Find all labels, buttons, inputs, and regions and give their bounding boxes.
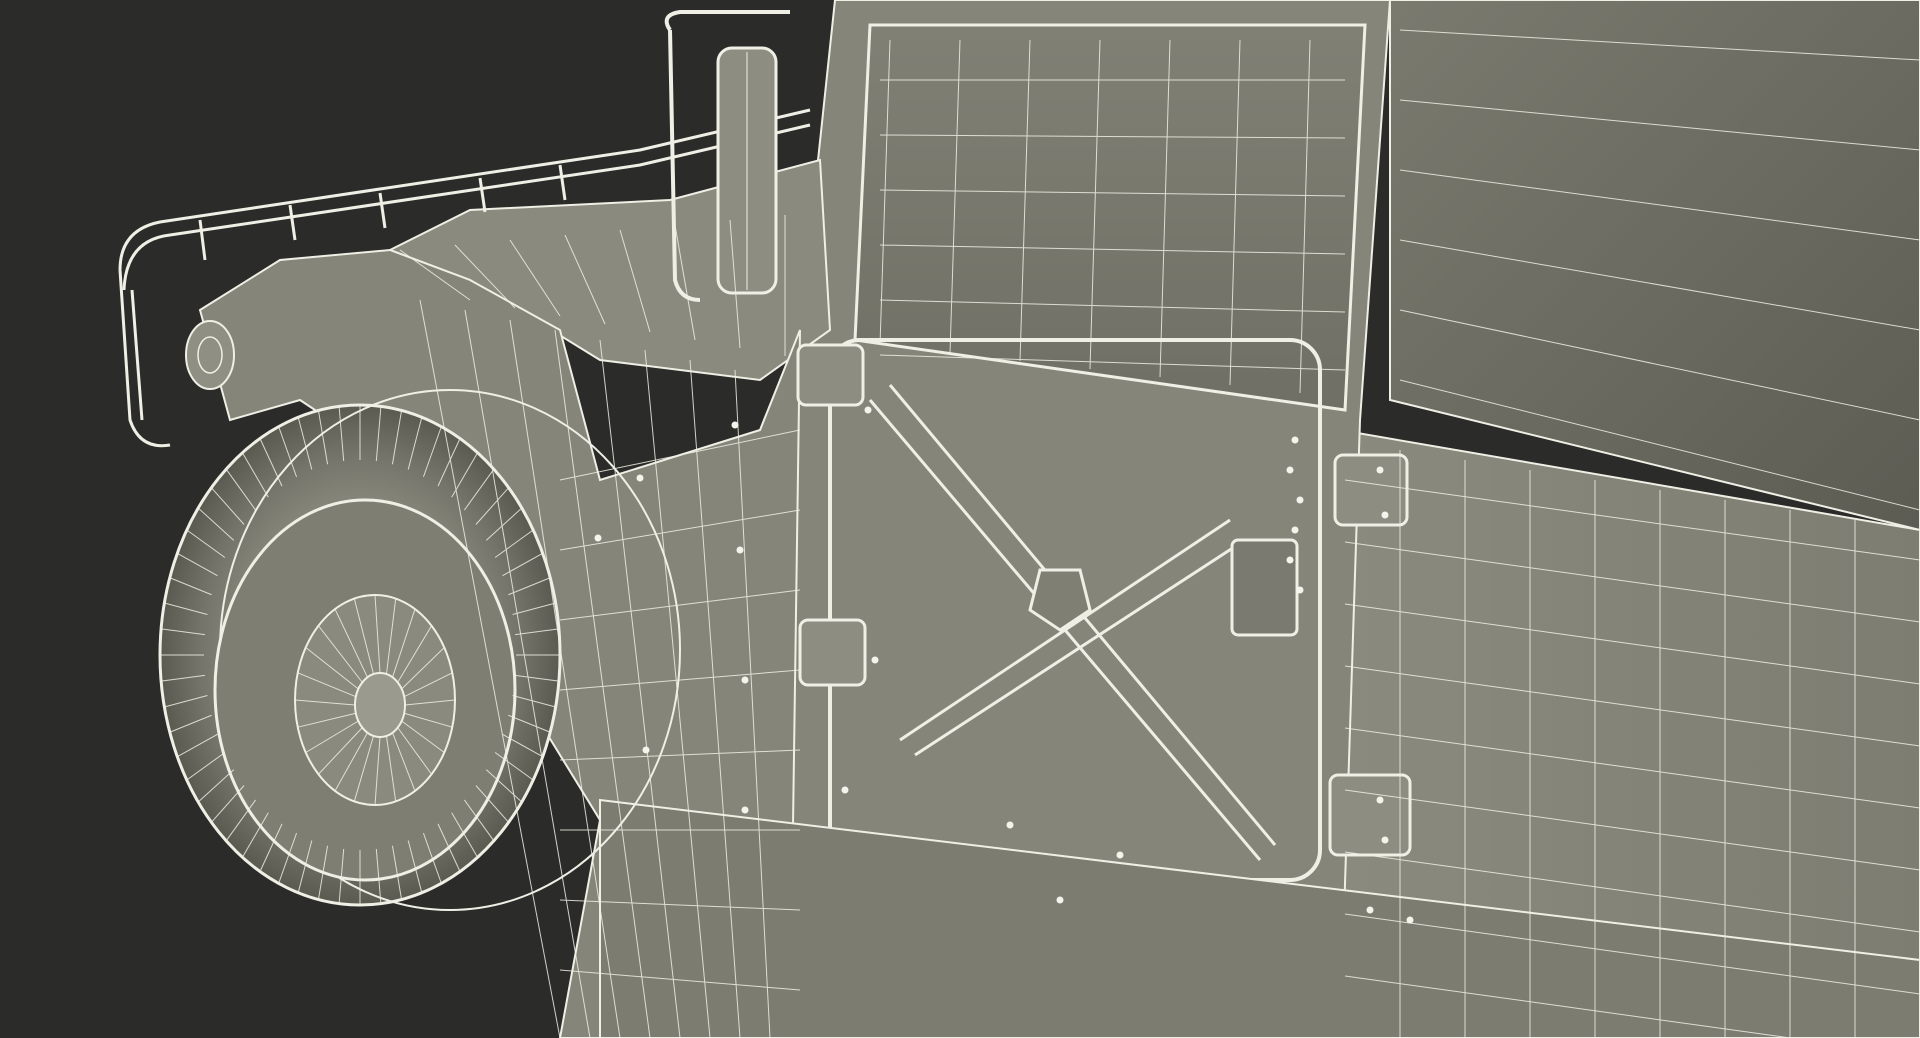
rivet: [1406, 916, 1414, 924]
rivet: [1006, 821, 1014, 829]
rivet: [1286, 556, 1294, 564]
rivet: [864, 406, 872, 414]
rivet: [741, 676, 749, 684]
rivet: [871, 656, 879, 664]
rivet: [1381, 836, 1389, 844]
headlight: [185, 320, 235, 390]
rivet: [1381, 511, 1389, 519]
rivet: [1376, 466, 1384, 474]
rivet: [1291, 526, 1299, 534]
rivet: [1376, 796, 1384, 804]
rivet: [731, 421, 739, 429]
wireframe-render: [0, 0, 1920, 1038]
rivet: [1286, 466, 1294, 474]
rivet: [1116, 851, 1124, 859]
rivet: [1296, 496, 1304, 504]
rivet: [741, 806, 749, 814]
rivet: [642, 746, 650, 754]
rivet: [1056, 896, 1064, 904]
rivet: [841, 786, 849, 794]
render-viewport: [0, 0, 1920, 1038]
rivet: [1296, 586, 1304, 594]
door-window-glass: [853, 23, 1367, 412]
rivet: [1291, 436, 1299, 444]
rivet: [636, 474, 644, 482]
rivet: [594, 534, 602, 542]
rivet: [736, 546, 744, 554]
rivet: [1366, 906, 1374, 914]
door-handle: [1230, 538, 1299, 637]
